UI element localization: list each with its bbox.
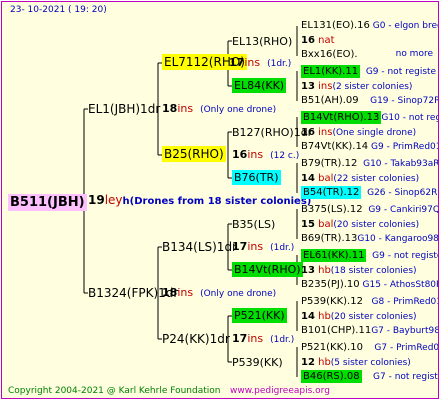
gen3-queen-2: EL84(KK) bbox=[232, 78, 287, 93]
gen4-row-23: 12 hb(5 sister colonies) bbox=[301, 357, 411, 368]
gen3-queen-7: P521(KK) bbox=[232, 308, 287, 323]
root-drone-origin: 19leyh(Drones from 18 sister colonies) bbox=[88, 193, 312, 207]
gen1-queen-1: EL1(JBH)1dr bbox=[88, 102, 161, 116]
gen4-row-11: 14 bal(22 sister colonies) bbox=[301, 173, 420, 184]
gen2-queen-1-drones: 17ins (1dr.) bbox=[229, 56, 292, 69]
gen4-row-17: 13 hb(18 sister colonies) bbox=[301, 265, 417, 276]
gen4-row-2: 16 nat bbox=[301, 35, 335, 46]
website-link[interactable]: www.pedigreeapis.org bbox=[230, 386, 330, 396]
gen2-queen-3: B134(LS)1dr bbox=[162, 240, 237, 254]
gen4-row-10: B79(TR).12 G10 - Takab93aR bbox=[301, 158, 439, 169]
gen4-row-7: B14Vt(RHO).13G10 - not registe bbox=[301, 111, 438, 124]
gen2-queen-2: B25(RHO) bbox=[162, 146, 226, 162]
gen3-queen-4: B76(TR) bbox=[232, 170, 281, 185]
gen4-row-24: B46(RS).08 G7 - not registe bbox=[301, 370, 439, 383]
gen3-queen-5: B35(LS) bbox=[232, 218, 276, 231]
gen4-row-15: B69(TR).13G10 - Kangaroo98R bbox=[301, 233, 439, 244]
gen3-queen-1: EL13(RHO) bbox=[232, 35, 293, 48]
gen4-row-6: B51(AH).09 G19 - Sinop72R bbox=[301, 95, 439, 106]
gen4-row-8: 16 ins(One single drone) bbox=[301, 127, 417, 138]
gen2-queen-4-drones: 17ins (1dr.) bbox=[232, 332, 295, 345]
root-queen: B511(JBH) bbox=[8, 193, 87, 211]
gen2-queen-4: P24(KK)1dr bbox=[162, 332, 230, 346]
gen4-row-12: B54(TR).12 G26 - Sinop62R bbox=[301, 186, 438, 199]
gen4-row-9: B74Vt(KK).14 G9 - PrimRed01 bbox=[301, 141, 439, 152]
gen4-row-18: B235(PJ).10 G15 - AthosSt80R bbox=[301, 279, 439, 290]
gen4-row-14: 15 bal(20 sister colonies) bbox=[301, 219, 420, 230]
gen4-row-19: P539(KK).12 G8 - PrimRed01 bbox=[301, 296, 439, 307]
report-date: 23- 10-2021 ( 19: 20) bbox=[10, 5, 107, 15]
gen4-row-20: 14 hb(20 sister colonies) bbox=[301, 311, 417, 322]
gen3-queen-6: B14Vt(RHO) bbox=[232, 262, 303, 277]
gen4-row-5: 13 ins(2 sister colonies) bbox=[301, 81, 413, 92]
gen1-queen-2-drones: 18ins (Only one drone) bbox=[162, 286, 277, 299]
copyright-notice: Copyright 2004-2021 @ Karl Kehrle Founda… bbox=[8, 386, 221, 396]
gen3-queen-8: P539(KK) bbox=[232, 356, 283, 369]
pedigree-chart: 23- 10-2021 ( 19: 20) B511(JBH) 19leyh(D… bbox=[1, 1, 439, 399]
gen4-row-13: B375(LS).12 G9 - Cankiri97Q bbox=[301, 204, 439, 215]
gen4-row-3: Bxx16(EO). no more bbox=[301, 49, 433, 60]
gen4-row-1: EL131(EO).16 G0 - elgon breed bbox=[301, 20, 438, 31]
gen4-row-16: EL61(KK).11 G9 - not registe bbox=[301, 249, 439, 262]
gen1-queen-1-drones: 18ins (Only one drone) bbox=[162, 102, 277, 115]
gen2-queen-3-drones: 17ins (1dr.) bbox=[232, 240, 295, 253]
root-queen-name: B511(JBH) bbox=[8, 194, 87, 211]
gen4-row-21: B101(CHP).11G7 - Bayburt98-3 bbox=[301, 325, 438, 336]
gen4-row-22: P521(KK).10 G7 - PrimRed01 bbox=[301, 342, 439, 353]
gen2-queen-2-drones: 16ins (12 c.) bbox=[232, 148, 300, 161]
gen4-row-4: EL1(KK).11 G9 - not registe bbox=[301, 65, 437, 78]
